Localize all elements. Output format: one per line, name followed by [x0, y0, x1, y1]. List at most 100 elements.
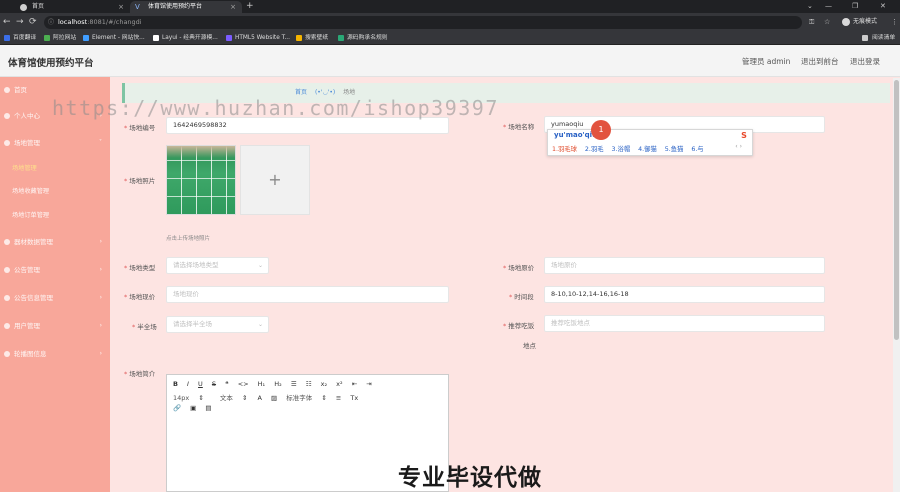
bookmark-item[interactable]: 百度翻译	[4, 31, 36, 45]
logout-link[interactable]: 退出登录	[850, 56, 880, 67]
bookmark-star-icon[interactable]: ☆	[824, 16, 830, 28]
strike-icon[interactable]: S	[212, 380, 216, 388]
now-price-input[interactable]: 场地现价	[166, 286, 449, 303]
browser-tab-bar: 首页 × V 体育馆使用预约平台 × + ⌄ — ❐ ✕	[0, 0, 900, 13]
superscript-icon[interactable]: x²	[336, 380, 342, 388]
click-indicator: 1	[591, 120, 611, 140]
type-select[interactable]: 请选择场地类型 ⌄	[166, 257, 269, 274]
bookmark-item[interactable]: 搜索壁纸	[296, 31, 328, 45]
bookmark-item[interactable]: Layui - 经典开源模...	[153, 31, 218, 45]
dropdown-icon: ⇕	[198, 394, 204, 402]
h1-icon[interactable]: H₁	[258, 380, 266, 388]
orig-price-input[interactable]: 场地原价	[544, 257, 825, 274]
chevron-down-icon: ˅	[99, 139, 102, 146]
sidebar-item-notice[interactable]: 公告管理 ›	[0, 261, 110, 279]
sidebar-item-venue-group[interactable]: 场地管理 ˅	[0, 134, 110, 152]
ime-candidate[interactable]: 5.鱼猫	[665, 146, 684, 153]
tab-home[interactable]: 首页 ×	[14, 1, 130, 13]
font-size-select[interactable]: 14px	[173, 394, 189, 402]
ime-candidate[interactable]: 2.羽毛	[585, 146, 604, 153]
ime-candidate[interactable]: 3.浴帽	[612, 146, 631, 153]
sidebar-item-label: 轮播图信息	[14, 350, 47, 358]
quote-icon[interactable]: ❝	[225, 380, 229, 388]
chevron-right-icon: ›	[99, 322, 102, 329]
clear-format-icon[interactable]: Tx	[350, 394, 358, 402]
ime-page-arrows[interactable]: ‹ ›	[735, 143, 742, 150]
h2-icon[interactable]: H₂	[274, 380, 282, 388]
bookmark-item[interactable]: Element - 网站快...	[83, 31, 145, 45]
incognito-profile[interactable]: 无痕模式	[842, 16, 877, 28]
forward-icon[interactable]: →	[16, 16, 24, 28]
underline-icon[interactable]: U	[198, 380, 203, 388]
ime-candidate[interactable]: 4.御猫	[638, 146, 657, 153]
carousel-icon	[4, 351, 10, 357]
close-tab-icon[interactable]: ×	[230, 1, 236, 13]
sidebar-item-venue[interactable]: 场地管理	[0, 161, 110, 177]
ime-candidates: 1.羽毛球 2.羽毛 3.浴帽 4.御猫 5.鱼猫 6.与	[552, 144, 710, 153]
breadcrumb-emoticon: (•'◡'•)	[314, 89, 336, 96]
subscript-icon[interactable]: x₂	[321, 380, 327, 388]
font-color-icon[interactable]: A	[257, 394, 261, 402]
background-color-icon[interactable]: ▨	[271, 394, 277, 402]
video-icon[interactable]: ▤	[205, 404, 211, 412]
now-price-label: * 场地现价	[124, 293, 156, 301]
close-window-button[interactable]: ✕	[880, 0, 886, 12]
code-icon[interactable]: <>	[238, 380, 249, 388]
back-icon[interactable]: ←	[3, 16, 11, 28]
editor-toolbar-row: 14px ⇕ 文本 ⇕ A ▨ 标准字体 ⇕ ≡ Tx	[173, 392, 365, 402]
venue-photo	[166, 145, 236, 215]
ordered-list-icon[interactable]: ☰	[291, 380, 297, 388]
minimize-button[interactable]: —	[825, 0, 832, 12]
maximize-button[interactable]: ❐	[852, 0, 858, 12]
image-icon[interactable]: ▣	[190, 404, 196, 412]
sidebar-item-users[interactable]: 用户管理 ›	[0, 317, 110, 335]
link-icon[interactable]: 🔗	[173, 404, 181, 412]
sidebar-item-venue-favorites[interactable]: 场地收藏管理	[0, 184, 110, 200]
text-style-select[interactable]: 文本	[220, 394, 233, 402]
ime-candidate[interactable]: 1.羽毛球	[552, 146, 577, 153]
bookmark-item[interactable]: 源码购承名规则	[338, 31, 388, 45]
align-icon[interactable]: ≡	[336, 394, 341, 402]
back-to-front-link[interactable]: 退出到前台	[801, 56, 839, 67]
tab-app[interactable]: V 体育馆使用预约平台 ×	[130, 1, 242, 13]
bullet-list-icon[interactable]: ☷	[306, 380, 312, 388]
breadcrumb-home[interactable]: 首页	[295, 89, 307, 96]
url-path: :8081/#/changdi	[87, 18, 142, 26]
bookmark-item[interactable]: HTML5 Website T...	[226, 31, 290, 45]
font-family-select[interactable]: 标准字体	[286, 394, 312, 402]
equipment-icon	[4, 239, 10, 245]
chevron-right-icon: ›	[99, 266, 102, 273]
notice-info-icon	[4, 295, 10, 301]
upload-photo-button[interactable]: +	[240, 145, 310, 215]
ime-candidate[interactable]: 6.与	[691, 146, 703, 153]
italic-icon[interactable]: I	[187, 380, 189, 388]
full-court-select[interactable]: 请选择半全场 ⌄	[166, 316, 269, 333]
recommend-label-line2: 地点	[523, 342, 536, 350]
sidebar-item-carousel[interactable]: 轮播图信息 ›	[0, 345, 110, 363]
venue-icon	[4, 140, 10, 146]
url-input[interactable]: ⓘ localhost:8081/#/changdi	[44, 16, 802, 29]
reload-icon[interactable]: ⟳	[29, 16, 37, 28]
page-scrollbar-thumb[interactable]	[894, 80, 899, 340]
address-bar-row: ← → ⟳ ⓘ localhost:8081/#/changdi ⚿ ☆ 无痕模…	[0, 13, 900, 31]
bold-icon[interactable]: B	[173, 380, 178, 388]
new-tab-button[interactable]: +	[246, 0, 254, 12]
site-info-icon[interactable]: ⓘ	[48, 16, 54, 29]
close-tab-icon[interactable]: ×	[118, 1, 124, 13]
bookmark-item[interactable]: 阿拉网站	[44, 31, 76, 45]
ime-candidate-popup[interactable]: yu'mao'qiu S 1.羽毛球 2.羽毛 3.浴帽 4.御猫 5.鱼猫 6…	[547, 129, 753, 156]
outdent-icon[interactable]: ⇤	[352, 380, 357, 388]
upload-tip: 点击上传场地照片	[166, 236, 211, 242]
menu-icon[interactable]: ⋮	[891, 16, 898, 28]
sidebar-item-notice-info[interactable]: 公告信息管理 ›	[0, 289, 110, 307]
indent-icon[interactable]: ⇥	[366, 380, 371, 388]
recommend-input[interactable]: 推荐吃饭地点	[544, 315, 825, 332]
tab-overflow-icon[interactable]: ⌄	[807, 0, 813, 12]
sidebar-item-venue-orders[interactable]: 场地订单管理	[0, 208, 110, 224]
time-slot-input[interactable]: 8-10,10-12,14-16,16-18	[544, 286, 825, 303]
reading-list-button[interactable]: 阅读清单	[862, 31, 895, 45]
key-icon[interactable]: ⚿	[809, 16, 814, 28]
sidebar-item-equipment[interactable]: 器材数据管理 ›	[0, 233, 110, 251]
bookmark-label: 阿拉网站	[53, 35, 77, 41]
sidebar-item-label: 场地管理	[14, 139, 40, 147]
